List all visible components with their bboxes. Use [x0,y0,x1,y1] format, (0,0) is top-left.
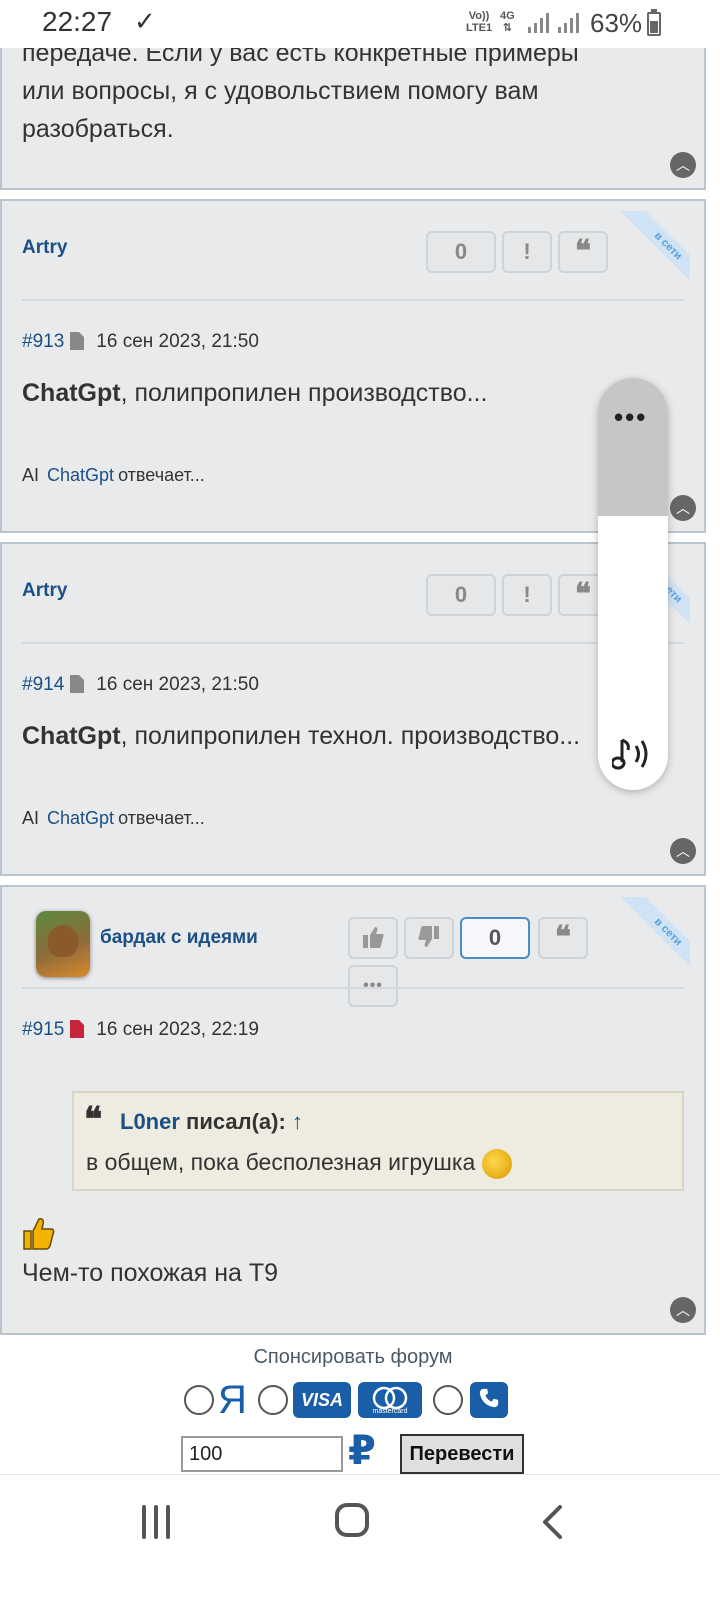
post-meta: #914 16 сен 2023, 21:50 [22,674,259,696]
ai-status: AI ChatGpt отвечает... [22,465,205,485]
post-meta: #913 16 сен 2023, 21:50 [22,331,259,353]
forum-post: бардак с идеями 0 ❝ ••• в сети #915 16 се… [0,885,706,1335]
sound-icon[interactable] [612,734,656,774]
more-icon[interactable]: ••• [614,402,647,433]
sponsor-label: Спонсировать форум [253,1346,453,1368]
clock: 22:27 [42,6,113,37]
amount-input[interactable] [181,1436,343,1472]
signal-icon [558,13,579,33]
scroll-top-icon[interactable]: ︿ [670,495,696,521]
post-body: ChatGpt, полипропилен производство... [22,379,488,407]
quote-header: L0ner писал(а): ↑ [120,1109,303,1134]
home-icon[interactable] [335,1503,369,1537]
back-icon[interactable] [540,1505,566,1539]
ruble-icon: ₽ [348,1429,376,1473]
battery-icon [647,9,661,36]
divider [22,642,684,644]
divider [22,299,684,301]
thumbs-up-icon [363,927,384,948]
visa-icon: VISA [293,1382,351,1418]
quote-button[interactable]: ❝ [558,231,608,273]
navigation-bar [0,1474,720,1601]
emoji-icon [481,1149,512,1179]
thumbs-down-icon [418,926,439,947]
volte-indicator: Vo)) LTE1 [466,10,493,34]
quote-user-link[interactable]: L0ner [120,1109,180,1134]
ai-user-link[interactable]: ChatGpt [47,465,114,485]
scroll-top-icon[interactable]: ︿ [670,838,696,864]
transfer-button[interactable]: Перевести [400,1434,524,1474]
post-date: 16 сен 2023, 21:50 [96,331,259,352]
more-button[interactable]: ••• [348,965,398,1007]
yandex-icon: Я [218,1378,247,1422]
scroll-top-icon[interactable]: ︿ [670,152,696,178]
signal-icon [528,13,549,33]
online-ribbon: в сети [602,211,690,291]
like-button[interactable] [348,917,398,959]
file-icon [70,332,85,350]
battery-percent: 63% [590,8,643,38]
rating-counter[interactable]: 0 [426,574,496,616]
ai-status: AI ChatGpt отвечает... [22,808,205,828]
post-number[interactable]: #914 [22,674,64,695]
reply-text: Чем-то похожая на Т9 [22,1259,279,1287]
avatar[interactable] [36,911,90,977]
yandex-radio[interactable] [184,1385,214,1415]
file-icon [70,1020,85,1038]
quote-block: ❝ L0ner писал(а): ↑ в общем, пока беспол… [72,1091,684,1191]
quote-source-arrow[interactable]: ↑ [292,1109,303,1134]
mastercard-icon: mastercard [358,1382,422,1418]
phone-icon [470,1382,508,1418]
thumbs-up-emoji-icon [23,1218,55,1250]
status-bar: 22:27 ✓ Vo)) LTE1 4G ⇅ 63% [0,0,720,48]
report-button[interactable]: ! [502,231,552,273]
floating-audio-widget[interactable]: ••• [598,378,668,790]
quote-text: в общем, пока бесполезная игрушка [86,1149,512,1179]
post-meta: #915 16 сен 2023, 22:19 [22,1019,259,1041]
post-author[interactable]: Artry [22,237,67,259]
divider [22,987,684,989]
post-author[interactable]: Artry [22,580,67,602]
post-author[interactable]: бардак с идеями [100,927,258,949]
network-type: 4G ⇅ [500,10,515,34]
post-date: 16 сен 2023, 21:50 [96,674,259,695]
dislike-button[interactable] [404,917,454,959]
post-number[interactable]: #913 [22,331,64,352]
quote-icon: ❝ [84,1100,103,1140]
rating-counter[interactable]: 0 [426,231,496,273]
download-done-icon: ✓ [134,6,156,36]
rating-counter[interactable]: 0 [460,917,530,959]
post-date: 16 сен 2023, 22:19 [96,1019,259,1040]
post-text: передаче. Если у вас есть конкретные при… [22,39,579,143]
quote-button[interactable]: ❝ [538,917,588,959]
visa-radio[interactable] [258,1385,288,1415]
phone-radio[interactable] [433,1385,463,1415]
post-body: ChatGpt, полипропилен технол. производст… [22,722,581,750]
widget-handle[interactable]: ••• [598,378,668,516]
file-icon [70,675,85,693]
ai-user-link[interactable]: ChatGpt [47,808,114,828]
report-button[interactable]: ! [502,574,552,616]
scroll-top-icon[interactable]: ︿ [670,1297,696,1323]
post-number[interactable]: #915 [22,1019,64,1040]
online-ribbon: в сети [602,897,690,977]
recents-icon[interactable] [140,1505,174,1539]
